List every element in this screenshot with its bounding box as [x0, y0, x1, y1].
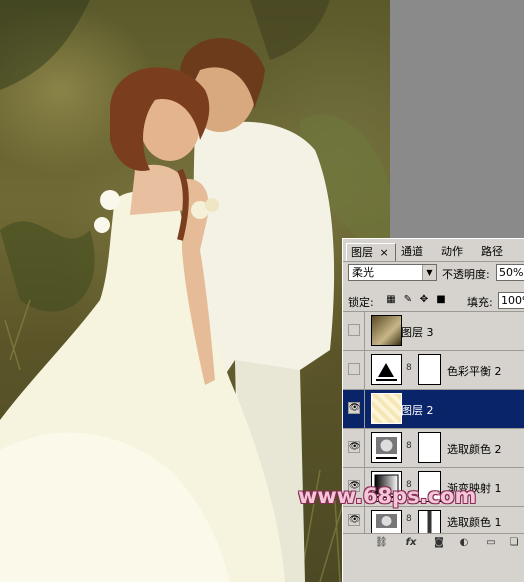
- layer-mask-thumbnail: [418, 432, 441, 463]
- link-icon: 8: [406, 514, 412, 524]
- adjustment-thumbnail-icon: [371, 354, 402, 385]
- link-icon: 8: [406, 363, 412, 373]
- lock-paint-icon[interactable]: ✎: [402, 294, 414, 306]
- tab-paths-label: 路径: [481, 245, 503, 258]
- opacity-input[interactable]: 50%: [496, 264, 524, 281]
- link-layers-icon[interactable]: ⛓: [375, 537, 388, 549]
- visibility-toggle-icon[interactable]: [348, 324, 360, 336]
- new-layer-icon[interactable]: ❏: [508, 537, 520, 549]
- layer-row[interactable]: 👁 8 选取颜色 2: [343, 428, 524, 467]
- layer-mask-thumbnail: [418, 510, 441, 534]
- lock-position-icon[interactable]: ✥: [418, 294, 430, 306]
- eye-icon[interactable]: 👁: [348, 402, 360, 414]
- tab-actions[interactable]: 动作: [437, 243, 477, 261]
- adjustment-thumbnail-icon: [371, 510, 402, 534]
- blend-mode-select[interactable]: 柔光 ▼: [348, 264, 437, 281]
- panel-tabs: 图层 × 通道 动作 路径: [343, 241, 524, 262]
- watermark-text: www.68ps.com: [298, 484, 477, 508]
- tab-paths[interactable]: 路径: [477, 243, 517, 261]
- adjustment-thumbnail-icon: [371, 432, 402, 463]
- layer-row[interactable]: 8 色彩平衡 2: [343, 350, 524, 389]
- layer-row[interactable]: 图层 3: [343, 311, 524, 350]
- layer-row-selected[interactable]: 👁 图层 2: [343, 389, 524, 428]
- eye-icon[interactable]: 👁: [348, 514, 360, 526]
- tab-actions-label: 动作: [441, 245, 463, 258]
- chevron-down-icon[interactable]: ▼: [422, 265, 436, 280]
- layer-thumbnail: [371, 315, 402, 346]
- layer-row[interactable]: 👁 8 选取颜色 1: [343, 506, 524, 534]
- add-mask-icon[interactable]: ◙: [433, 537, 445, 549]
- tab-close-icon[interactable]: ×: [380, 246, 389, 259]
- tab-channels[interactable]: 通道: [397, 243, 437, 261]
- lock-label: 锁定:: [348, 296, 374, 309]
- divider: [364, 507, 365, 533]
- eye-icon[interactable]: 👁: [348, 441, 360, 453]
- divider: [364, 351, 365, 389]
- blend-mode-value: 柔光: [352, 266, 374, 279]
- layer-mask-thumbnail: [418, 354, 441, 385]
- visibility-toggle-icon[interactable]: [348, 363, 360, 375]
- panel-bottom-toolbar: ⛓ fx ◙ ◐ ▭ ❏: [343, 533, 524, 552]
- lock-transparent-icon[interactable]: ▦: [385, 294, 397, 306]
- fx-icon[interactable]: fx: [405, 537, 417, 549]
- layer-name: 选取颜色 1: [447, 516, 502, 529]
- divider: [364, 312, 365, 350]
- lock-all-icon[interactable]: ■: [435, 294, 447, 306]
- layer-name: 图层 3: [401, 326, 434, 339]
- layer-name: 色彩平衡 2: [447, 365, 502, 378]
- layers-panel: 图层 × 通道 动作 路径 柔光 ▼ 不透明度: 50% 锁定: ▦ ✎ ✥ ■…: [342, 238, 524, 582]
- fill-input[interactable]: 100%: [498, 292, 524, 309]
- tab-layers[interactable]: 图层 ×: [346, 243, 396, 261]
- divider: [364, 429, 365, 467]
- fill-label: 填充:: [467, 296, 493, 309]
- adjustment-layer-icon[interactable]: ◐: [458, 537, 470, 549]
- new-group-icon[interactable]: ▭: [485, 537, 497, 549]
- layer-name: 选取颜色 2: [447, 443, 502, 456]
- link-icon: 8: [406, 441, 412, 451]
- opacity-label: 不透明度:: [442, 268, 490, 281]
- layer-thumbnail: [371, 393, 402, 424]
- tab-layers-label: 图层: [351, 246, 373, 259]
- layer-name: 图层 2: [401, 404, 434, 417]
- divider: [364, 390, 365, 428]
- tab-channels-label: 通道: [401, 245, 423, 258]
